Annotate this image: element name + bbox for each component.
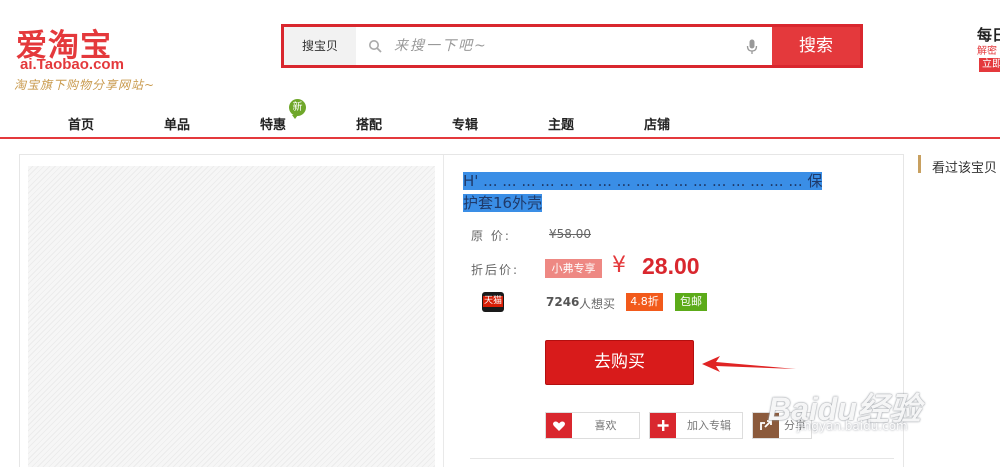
like-button[interactable]: 喜欢: [545, 412, 640, 439]
currency-symbol: ¥: [612, 253, 626, 278]
add-album-button[interactable]: 加入专辑: [649, 412, 743, 439]
search-button[interactable]: 搜索: [772, 27, 860, 65]
nav-item-deals[interactable]: 特惠: [260, 114, 286, 133]
sidebar-marker: [918, 155, 921, 173]
search-bar: 搜宝贝 搜索: [281, 24, 863, 68]
heart-icon: [546, 413, 572, 438]
nav-item-shops[interactable]: 店铺: [644, 114, 670, 133]
like-label: 喜欢: [594, 419, 617, 432]
sale-price-label: 折后价:: [471, 263, 520, 277]
product-title[interactable]: H' ... ... ... ... ... ... ... ... ... .…: [463, 170, 869, 214]
logo[interactable]: 爱淘宝 ai.Taobao.com 淘宝旗下购物分享网站~: [14, 20, 206, 100]
arrow-annotation-icon: [702, 356, 796, 372]
product-image[interactable]: [28, 166, 435, 467]
want-label: 人想买: [579, 297, 616, 311]
product-title-line2: 护套16外壳: [463, 194, 543, 212]
nav-item-albums[interactable]: 专辑: [452, 114, 478, 133]
logo-sub-text: ai.Taobao.com: [20, 56, 124, 73]
tmall-icon: 天猫: [482, 292, 504, 312]
product-title-line1: H' ... ... ... ... ... ... ... ... ... .…: [463, 172, 823, 190]
divider-bottom: [470, 458, 894, 459]
tmall-badge-text: 天猫: [483, 296, 504, 307]
divider: [443, 155, 444, 467]
nav-item-home[interactable]: 首页: [68, 114, 94, 133]
original-price-label: 原 价:: [471, 229, 511, 243]
want-count: 7246: [546, 295, 580, 309]
vip-tag: 小弗专享: [545, 259, 602, 278]
plus-icon: [650, 413, 676, 438]
search-icon: [369, 40, 382, 53]
baidu-watermark-url: jingyan.baidu.com: [797, 419, 908, 433]
buy-button[interactable]: 去购买: [545, 340, 694, 385]
search-type-select[interactable]: 搜宝贝: [284, 27, 356, 65]
nav-item-topics[interactable]: 主题: [548, 114, 574, 133]
search-input[interactable]: [394, 27, 734, 65]
sale-price: 28.00: [642, 253, 700, 279]
daily-desc: 解密: [977, 46, 997, 57]
nav-item-outfits[interactable]: 搭配: [356, 114, 382, 133]
original-price: ¥58.00: [549, 227, 591, 241]
microphone-icon[interactable]: [746, 39, 758, 55]
logo-slogan: 淘宝旗下购物分享网站~: [14, 78, 156, 92]
main-nav: 首页 单品 特惠 搭配 专辑 主题 店铺: [0, 109, 1000, 139]
discount-tag: 4.8折: [626, 293, 663, 311]
free-shipping-tag: 包邮: [675, 293, 707, 311]
add-album-label: 加入专辑: [687, 419, 731, 432]
nav-item-single[interactable]: 单品: [164, 114, 190, 133]
daily-button[interactable]: 立即: [979, 58, 1000, 72]
sidebar-title: 看过该宝贝: [932, 161, 998, 176]
new-badge: 新: [289, 99, 306, 119]
